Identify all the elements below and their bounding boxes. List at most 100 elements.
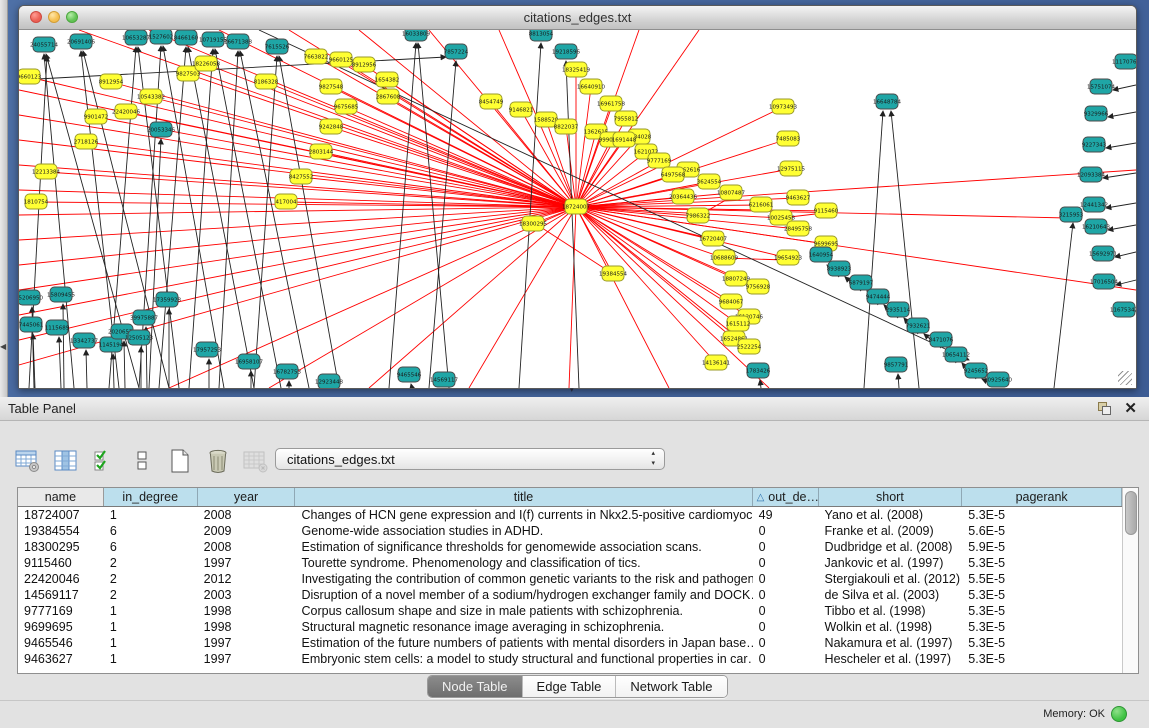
- graph-node[interactable]: 7857224: [444, 44, 469, 59]
- column-header-title[interactable]: title: [295, 488, 752, 506]
- graph-node[interactable]: 9474444: [866, 289, 891, 304]
- graph-node[interactable]: 18300295: [519, 216, 547, 231]
- graph-node[interactable]: 9329966: [1084, 106, 1109, 121]
- graph-node[interactable]: 16671388: [224, 34, 252, 49]
- graph-node[interactable]: 17957253: [193, 342, 221, 357]
- graph-node[interactable]: 16640910: [577, 79, 605, 94]
- graph-node[interactable]: 18325419: [562, 62, 590, 77]
- graph-node[interactable]: 12441342: [1080, 197, 1108, 212]
- graph-node[interactable]: 1527602: [149, 30, 174, 44]
- row-height-icon[interactable]: [128, 448, 155, 474]
- graph-node[interactable]: 10543382: [137, 89, 165, 104]
- graph-node[interactable]: 9227343: [1082, 137, 1107, 152]
- graph-node[interactable]: 6216061: [749, 197, 774, 212]
- new-table-icon[interactable]: [166, 448, 193, 474]
- graph-node[interactable]: 19218596: [552, 44, 580, 59]
- graph-node[interactable]: 14569117: [430, 372, 458, 387]
- graph-node[interactable]: 12213384: [32, 164, 60, 179]
- graph-node[interactable]: 20364436: [669, 189, 697, 204]
- graph-node[interactable]: 7615526: [265, 39, 290, 54]
- table-settings-icon[interactable]: [14, 448, 41, 474]
- graph-node[interactable]: 7932621: [906, 318, 931, 333]
- close-panel-icon[interactable]: ✕: [1124, 399, 1137, 417]
- graph-node[interactable]: 2803144: [309, 144, 334, 159]
- graph-node[interactable]: 15692971: [1089, 246, 1117, 261]
- graph-node[interactable]: 12923448: [315, 374, 343, 388]
- graph-node[interactable]: 9242848: [319, 119, 344, 134]
- float-panel-icon[interactable]: [1098, 402, 1111, 414]
- graph-node[interactable]: 39975887: [130, 310, 158, 325]
- graph-node[interactable]: 9115460: [814, 203, 839, 218]
- table-row[interactable]: 1938455462009Genome-wide association stu…: [18, 523, 1122, 539]
- graph-node[interactable]: 2522254: [737, 339, 762, 354]
- graph-node[interactable]: 1654382: [375, 72, 400, 87]
- show-columns-icon[interactable]: [52, 448, 79, 474]
- close-traffic-icon[interactable]: [30, 11, 42, 23]
- graph-node[interactable]: 3624554: [697, 174, 722, 189]
- graph-node[interactable]: 16648784: [873, 94, 901, 109]
- graph-node[interactable]: 7955812: [614, 111, 639, 126]
- graph-node[interactable]: 22420046: [112, 104, 140, 119]
- graph-node[interactable]: 12975115: [777, 161, 805, 176]
- graph-node[interactable]: 28495758: [784, 221, 812, 236]
- graph-node[interactable]: 7986322: [686, 208, 711, 223]
- graph-node[interactable]: 8186328: [254, 74, 279, 89]
- window-resize-grip[interactable]: [1118, 371, 1132, 385]
- graph-node[interactable]: 2935114: [886, 302, 911, 317]
- table-row[interactable]: 1872400712008Changes of HCN gene express…: [18, 507, 1122, 523]
- graph-node[interactable]: 16210643: [1082, 219, 1110, 234]
- graph-node[interactable]: 16958107: [235, 354, 263, 369]
- column-header-short[interactable]: short: [819, 488, 963, 506]
- column-header-in_degree[interactable]: in_degree: [104, 488, 198, 506]
- table-row[interactable]: 2242004622012Investigating the contribut…: [18, 571, 1122, 587]
- graph-node[interactable]: 2867608: [376, 89, 401, 104]
- graph-node[interactable]: 9901472: [84, 109, 109, 124]
- graph-node[interactable]: 1615112: [726, 316, 751, 331]
- graph-node[interactable]: 10807487: [717, 185, 745, 200]
- table-row[interactable]: 969969511998Structural magnetic resonanc…: [18, 619, 1122, 635]
- graph-node[interactable]: 1691448: [612, 132, 637, 147]
- graph-node[interactable]: 8912956: [352, 57, 377, 72]
- graph-node[interactable]: 20053346: [147, 122, 175, 137]
- table-scrollbar[interactable]: [1122, 488, 1138, 673]
- tab-edge-table[interactable]: Edge Table: [522, 676, 616, 697]
- graph-node[interactable]: 15751074: [1087, 79, 1115, 94]
- graph-node[interactable]: 11675342: [1110, 302, 1136, 317]
- table-row[interactable]: 977716911998Corpus callosum shape and si…: [18, 603, 1122, 619]
- collapse-handle-icon[interactable]: ◀: [0, 343, 6, 351]
- table-row[interactable]: 911546021997Tourette syndrome. Phenomeno…: [18, 555, 1122, 571]
- graph-node[interactable]: 6879197: [849, 275, 874, 290]
- graph-node[interactable]: 19654923: [774, 250, 802, 265]
- graph-node[interactable]: 3215953: [1059, 207, 1084, 222]
- table-row[interactable]: 946554611997Estimation of the future num…: [18, 635, 1122, 651]
- tab-network-table[interactable]: Network Table: [615, 676, 726, 697]
- graph-node[interactable]: 10654112: [942, 347, 970, 362]
- delete-table-icon[interactable]: [204, 448, 231, 474]
- graph-node[interactable]: 8466160: [174, 30, 199, 45]
- graph-node[interactable]: 9827548: [319, 79, 344, 94]
- graph-node[interactable]: 20691406: [67, 34, 95, 49]
- zoom-traffic-icon[interactable]: [66, 11, 78, 23]
- graph-node[interactable]: 2718126: [74, 134, 99, 149]
- graph-node[interactable]: 10925640: [984, 372, 1012, 387]
- graph-node[interactable]: 15809455: [47, 287, 75, 302]
- graph-node[interactable]: 9245652: [964, 363, 989, 378]
- graph-node[interactable]: 9777169: [647, 153, 672, 168]
- column-header-pagerank[interactable]: pagerank: [962, 488, 1122, 506]
- graph-node[interactable]: 417004: [275, 194, 297, 209]
- table-row[interactable]: 946362711997Embryonic stem cells: a mode…: [18, 651, 1122, 667]
- graph-node[interactable]: 9756928: [746, 279, 771, 294]
- graph-node[interactable]: 16961758: [597, 96, 625, 111]
- graph-node[interactable]: 1640954: [809, 247, 834, 262]
- window-titlebar[interactable]: citations_edges.txt: [19, 6, 1136, 30]
- graph-node[interactable]: 9684067: [719, 294, 744, 309]
- graph-node[interactable]: 8822037: [554, 119, 579, 134]
- table-row[interactable]: 1456911722003Disruption of a novel membe…: [18, 587, 1122, 603]
- graph-node[interactable]: 8938923: [827, 261, 852, 276]
- graph-node[interactable]: 11170767: [1112, 54, 1136, 69]
- citation-graph[interactable]: 9660123891295498275031822605881863281054…: [19, 30, 1136, 388]
- splitpane-grip[interactable]: ▾: [570, 388, 579, 394]
- graph-node[interactable]: 8912954: [99, 74, 124, 89]
- graph-node[interactable]: 10688609: [710, 250, 738, 265]
- graph-node[interactable]: 1783426: [746, 363, 771, 378]
